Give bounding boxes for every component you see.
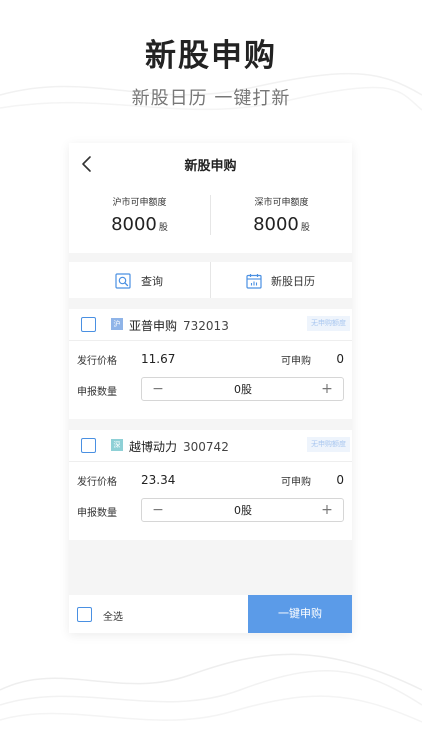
stock-name: 亚普申购	[129, 319, 178, 333]
ipo-calendar-label: 新股日历	[271, 275, 315, 288]
available-label: 可申购	[281, 477, 311, 488]
increment-button[interactable]: +	[315, 378, 339, 400]
quota-sh-label: 沪市可申额度	[112, 198, 167, 208]
stock-name-line: 亚普申购 732013	[129, 317, 229, 334]
quota-sh: 沪市可申额度 8000 股	[69, 195, 210, 235]
stock-card: 深 越博动力 300742 无申购额度 发行价格 23.34 可申购 0 申报数量…	[69, 430, 352, 540]
query-label: 查询	[141, 275, 163, 288]
quota-sz-label: 深市可申额度	[254, 198, 309, 208]
available-label: 可申购	[281, 356, 311, 367]
quantity-stepper: − +	[141, 498, 344, 522]
stock-name-line: 越博动力 300742	[129, 438, 229, 455]
quota-sz-unit: 股	[300, 223, 310, 233]
quota-sh-value: 8000	[111, 214, 157, 235]
quantity-input[interactable]	[172, 499, 314, 521]
search-icon	[115, 273, 131, 289]
select-all-label[interactable]: 全选	[103, 608, 123, 623]
quantity-label: 申报数量	[77, 387, 117, 398]
quota-divider	[210, 195, 211, 235]
quantity-label: 申报数量	[77, 508, 117, 519]
no-quota-badge: 无申购额度	[307, 316, 350, 331]
phone-screen: 新股申购 沪市可申额度 8000 股 深市可申额度 8000 股 查询 新股日历…	[69, 143, 352, 633]
hero-title: 新股申购	[145, 38, 277, 74]
issue-price-value: 23.34	[141, 473, 176, 487]
increment-button[interactable]: +	[315, 499, 339, 521]
select-all-checkbox[interactable]	[77, 607, 92, 622]
available-value: 0	[336, 352, 344, 366]
decrement-button[interactable]: −	[146, 499, 170, 521]
stock-code: 732013	[183, 319, 229, 333]
one-click-subscribe-button[interactable]: 一键申购	[248, 595, 352, 633]
quota-sh-unit: 股	[158, 223, 168, 233]
market-tag-sz: 深	[111, 439, 123, 451]
query-button[interactable]: 查询	[69, 262, 210, 298]
quantity-input[interactable]	[172, 378, 314, 400]
action-bar: 查询 新股日历	[69, 262, 352, 298]
issue-price-label: 发行价格	[77, 356, 117, 367]
market-tag-sh: 沪	[111, 318, 123, 330]
decrement-button[interactable]: −	[146, 378, 170, 400]
quota-sz: 深市可申额度 8000 股	[211, 195, 352, 235]
quantity-stepper: − +	[141, 377, 344, 401]
ipo-calendar-button[interactable]: 新股日历	[211, 262, 352, 298]
stock-card: 沪 亚普申购 732013 无申购额度 发行价格 11.67 可申购 0 申报数量…	[69, 309, 352, 419]
page-title: 新股申购	[184, 159, 237, 174]
footer-bar: 全选 一键申购	[69, 595, 352, 633]
issue-price-value: 11.67	[141, 352, 176, 366]
quota-sh-value-line: 8000 股	[69, 214, 210, 235]
hero-subtitle: 新股日历 一键打新	[131, 88, 291, 109]
stock-card-header: 深 越博动力 300742 无申购额度	[69, 430, 352, 462]
stock-name: 越博动力	[129, 440, 178, 454]
issue-price-label: 发行价格	[77, 477, 117, 488]
quota-sz-value-line: 8000 股	[211, 214, 352, 235]
nav-bar: 新股申购	[69, 143, 352, 187]
calendar-icon	[246, 274, 262, 289]
stock-code: 300742	[183, 440, 229, 454]
quota-sz-value: 8000	[253, 214, 299, 235]
stock-card-header: 沪 亚普申购 732013 无申购额度	[69, 309, 352, 341]
available-value: 0	[336, 473, 344, 487]
no-quota-badge: 无申购额度	[307, 437, 350, 452]
stock-select-checkbox[interactable]	[81, 317, 96, 332]
stock-select-checkbox[interactable]	[81, 438, 96, 453]
